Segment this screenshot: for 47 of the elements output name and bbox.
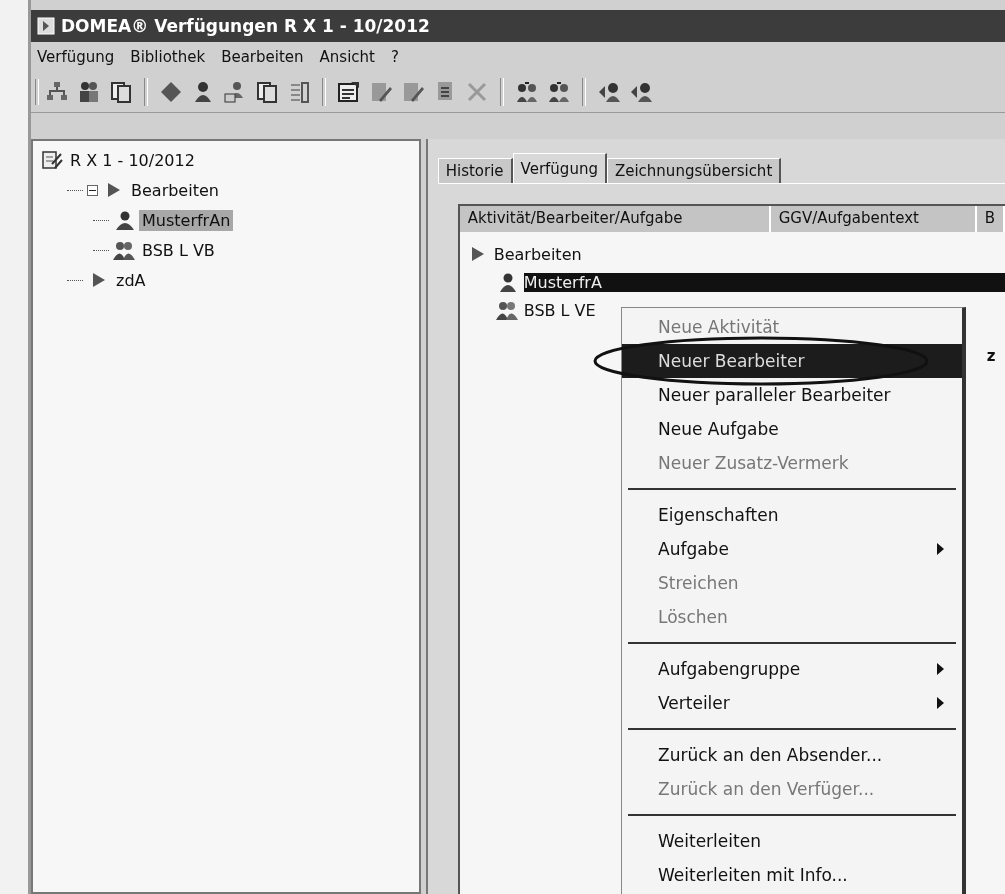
menu-item[interactable]: Ansicht bbox=[319, 48, 375, 66]
pencil-document-icon[interactable] bbox=[401, 80, 425, 104]
menu-item[interactable]: Bibliothek bbox=[130, 48, 206, 66]
menu-item[interactable]: Neuer paralleler Bearbeiter bbox=[622, 378, 962, 412]
list-item-label: Bearbeiten bbox=[493, 244, 582, 264]
tree-item[interactable]: Bearbeiten bbox=[128, 179, 222, 201]
collapse-toggle[interactable] bbox=[87, 184, 98, 196]
window-title: DOMEA® Verfügungen R X 1 - 10/2012 bbox=[61, 16, 430, 36]
menu-item[interactable]: Eigenschaften bbox=[622, 498, 962, 532]
group-icon bbox=[113, 240, 135, 260]
menu-item[interactable]: Aufgabengruppe bbox=[622, 652, 962, 686]
menu-item[interactable]: Bearbeiten bbox=[221, 48, 304, 66]
menu-item[interactable]: Aufgabe bbox=[622, 532, 962, 566]
tree-item[interactable]: R X 1 - 10/2012 bbox=[67, 149, 198, 171]
menu-item[interactable]: Weiterleiten bbox=[622, 824, 962, 858]
documents-icon[interactable] bbox=[109, 80, 133, 104]
person-arrow-icon[interactable] bbox=[629, 80, 653, 104]
menu-item[interactable]: Weiterleiten mit Info... bbox=[622, 858, 962, 892]
diamond-icon[interactable] bbox=[159, 80, 183, 104]
menu-item[interactable]: ? bbox=[390, 48, 399, 66]
tree-item[interactable]: BSB L VB bbox=[139, 239, 218, 261]
column-header[interactable]: Aktivität/Bearbeiter/Aufgabe bbox=[459, 206, 771, 232]
column-header[interactable]: GGV/Aufgabentext bbox=[770, 206, 977, 232]
people-icon[interactable] bbox=[77, 80, 101, 104]
tab[interactable]: Verfügung bbox=[512, 153, 607, 183]
person-arrow-icon[interactable] bbox=[597, 80, 621, 104]
list-item-label: MusterfrA bbox=[523, 272, 1005, 292]
list-item-label: BSB L VE bbox=[523, 300, 596, 320]
group-icon bbox=[495, 300, 518, 320]
dossier-icon bbox=[41, 150, 63, 170]
menu-item[interactable]: Verteiler bbox=[622, 686, 962, 720]
column-header[interactable]: B bbox=[976, 206, 1005, 232]
menu-item[interactable]: Zurück an den Absender... bbox=[622, 738, 962, 772]
selected-row[interactable]: MusterfrA bbox=[459, 268, 1005, 296]
menu-item[interactable]: Verfügung bbox=[37, 48, 115, 66]
documents-icon[interactable] bbox=[255, 80, 279, 104]
tab[interactable]: Historie bbox=[437, 158, 513, 183]
tree-item[interactable]: zdA bbox=[113, 269, 149, 291]
app-icon bbox=[37, 17, 55, 35]
form-icon[interactable] bbox=[337, 80, 361, 104]
cell-text: z bbox=[986, 347, 996, 365]
tree-item[interactable]: MusterfrAn bbox=[139, 209, 234, 231]
tab[interactable]: Zeichnungsübersicht bbox=[606, 158, 782, 183]
menu-item[interactable]: Neue Aufgabe bbox=[622, 412, 962, 446]
menu-item[interactable]: Neuer Bearbeiter bbox=[622, 344, 962, 378]
person-icon bbox=[113, 210, 135, 230]
pencil-document-icon[interactable] bbox=[369, 80, 393, 104]
